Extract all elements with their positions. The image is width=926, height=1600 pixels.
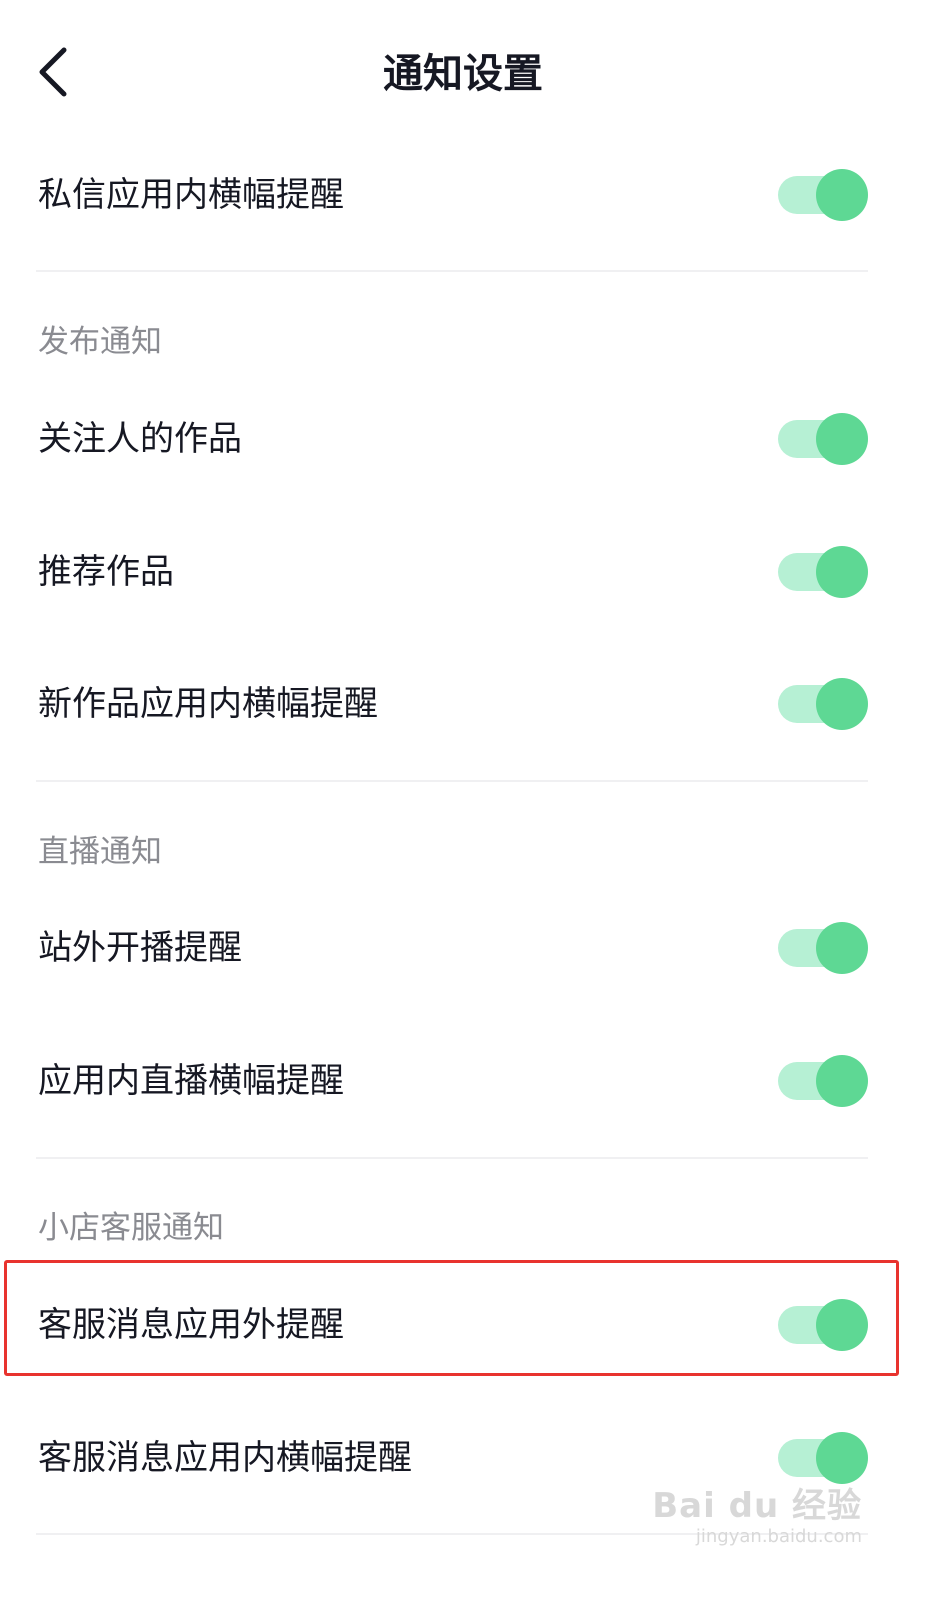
setting-row-recommended-works: 推荐作品	[0, 522, 926, 622]
section-header-live: 直播通知	[38, 834, 162, 870]
toggle-knob	[816, 546, 868, 598]
setting-label: 私信应用内横幅提醒	[38, 175, 344, 215]
divider	[36, 780, 868, 782]
toggle-knob	[816, 678, 868, 730]
setting-label: 关注人的作品	[38, 419, 242, 459]
setting-row-service-inapp-banner: 客服消息应用内横幅提醒	[0, 1408, 926, 1508]
toggle-switch[interactable]	[776, 413, 868, 465]
toggle-knob	[816, 169, 868, 221]
watermark-url: jingyan.baidu.com	[695, 1526, 862, 1547]
toggle-knob	[816, 1432, 868, 1484]
toggle-switch[interactable]	[776, 169, 868, 221]
toggle-switch[interactable]	[776, 1055, 868, 1107]
setting-label: 应用内直播横幅提醒	[38, 1061, 344, 1101]
setting-label: 客服消息应用外提醒	[38, 1305, 344, 1345]
toggle-switch[interactable]	[776, 1432, 868, 1484]
setting-row-new-works-banner: 新作品应用内横幅提醒	[0, 654, 926, 754]
toggle-knob	[816, 1055, 868, 1107]
setting-row-offsite-live: 站外开播提醒	[0, 898, 926, 998]
divider	[36, 1157, 868, 1159]
setting-row-dm-banner: 私信应用内横幅提醒	[0, 145, 926, 245]
section-header-publish: 发布通知	[38, 324, 162, 360]
setting-row-followed-works: 关注人的作品	[0, 389, 926, 489]
section-header-shop-service: 小店客服通知	[38, 1210, 224, 1246]
toggle-switch[interactable]	[776, 922, 868, 974]
setting-label: 推荐作品	[38, 552, 174, 592]
setting-row-service-offapp: 客服消息应用外提醒	[0, 1275, 926, 1375]
notification-settings-page: 通知设置 私信应用内横幅提醒 发布通知 关注人的作品 推荐作品 新作品应用内横幅…	[0, 0, 926, 1600]
toggle-knob	[816, 922, 868, 974]
toggle-switch[interactable]	[776, 1299, 868, 1351]
setting-row-inapp-live-banner: 应用内直播横幅提醒	[0, 1031, 926, 1131]
toggle-knob	[816, 413, 868, 465]
toggle-switch[interactable]	[776, 678, 868, 730]
page-title: 通知设置	[383, 51, 543, 97]
toggle-switch[interactable]	[776, 546, 868, 598]
divider	[36, 1533, 868, 1535]
nav-bar: 通知设置	[0, 0, 926, 150]
setting-label: 站外开播提醒	[38, 928, 242, 968]
divider	[36, 270, 868, 272]
setting-label: 客服消息应用内横幅提醒	[38, 1438, 412, 1478]
setting-label: 新作品应用内横幅提醒	[38, 684, 378, 724]
toggle-knob	[816, 1299, 868, 1351]
